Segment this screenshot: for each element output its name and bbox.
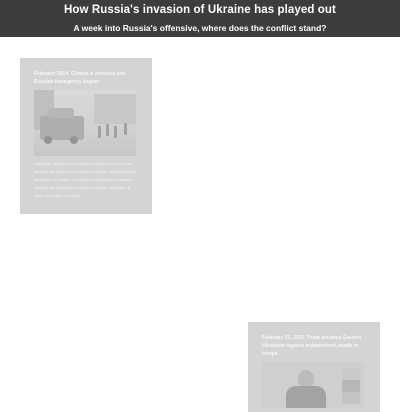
timeline-card-heading: February 2014: Crimea is annexed and Rus… — [34, 71, 126, 85]
timeline-card-heading: February 21, 2022: Putin declares Easter… — [262, 335, 362, 357]
page-header: How Russia's invasion of Ukraine has pla… — [0, 0, 400, 37]
military-vehicle-photo — [34, 90, 136, 156]
putin-portrait-photo — [262, 362, 364, 408]
timeline-card-crimea[interactable]: February 2014: Crimea is annexed and Rus… — [20, 58, 152, 214]
page-subtitle: A week into Russia's offensive, where do… — [73, 23, 327, 33]
page-title: How Russia's invasion of Ukraine has pla… — [63, 4, 336, 16]
timeline-card-feb-21[interactable]: February 21, 2022: Putin declares Easter… — [248, 322, 380, 412]
timeline-card-body: Following Ukraine's pro-western movement… — [34, 161, 137, 198]
